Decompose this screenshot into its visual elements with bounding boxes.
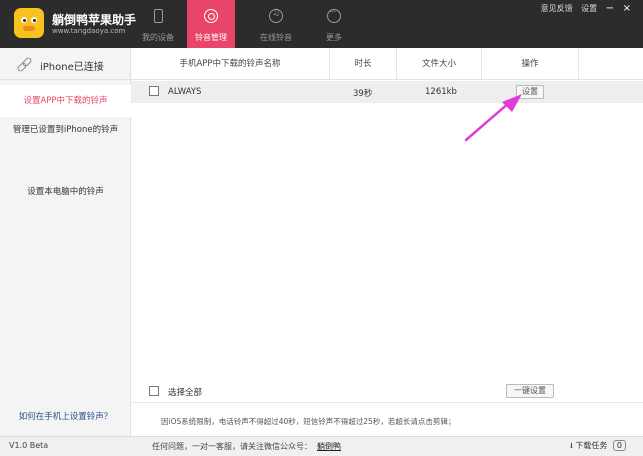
music-icon <box>269 8 283 23</box>
phone-icon <box>154 9 163 23</box>
ringtone-name: ALWAYS <box>168 87 202 97</box>
sidebar-item-pc-ringtones[interactable]: 设置本电脑中的铃声 <box>0 185 131 197</box>
ringtone-duration: 39秒 <box>353 89 373 99</box>
sidebar: iPhone已连接 设置APP中下载的铃声 管理已设置到iPhone的铃声 设置… <box>0 48 131 436</box>
duck-logo-icon <box>14 8 44 38</box>
ringtone-size: 1261kb <box>425 87 457 97</box>
column-divider <box>578 48 579 80</box>
row-checkbox[interactable] <box>149 86 159 96</box>
connection-label: iPhone已连接 <box>40 62 104 73</box>
limit-notice: 因iOS系统限制，电话铃声不得超过40秒，短信铃声不得超过25秒，若超长请点击剪… <box>161 417 456 426</box>
app-header: 躺倒鸭苹果助手 www.tangdaoya.com 我的设备 铃音管理 在线铃音… <box>0 0 643 48</box>
header-duration: 时长 <box>354 59 372 69</box>
header-action: 操作 <box>521 59 539 69</box>
download-label: 下载任务 <box>575 441 608 450</box>
tab-label: 铃音管理 <box>195 33 227 42</box>
connection-status: iPhone已连接 <box>0 48 131 80</box>
select-all-label[interactable]: 选择全部 <box>168 386 202 398</box>
version-label: V1.0 Beta <box>9 441 49 450</box>
ringtone-icon <box>204 9 218 23</box>
table-footer: 选择全部 一键设置 因iOS系统限制，电话铃声不得超过40秒，短信铃声不得超过2… <box>131 384 643 436</box>
help-link[interactable]: 如何在手机上设置铃声？ <box>0 410 131 422</box>
table-row[interactable]: ALWAYS 39秒 1261kb 设置 <box>131 81 643 103</box>
sidebar-item-app-ringtones[interactable]: 设置APP中下载的铃声 <box>0 85 131 117</box>
wechat-link[interactable]: 躺倒鸭 <box>317 441 341 452</box>
tab-my-device[interactable]: 我的设备 <box>134 0 182 48</box>
tab-label: 我的设备 <box>142 33 174 42</box>
download-icon: ⭳ <box>570 441 573 450</box>
tab-label: 更多 <box>326 33 342 42</box>
table-header: 手机APP中下载的铃声名称 时长 文件大小 操作 <box>131 48 643 80</box>
status-bar: V1.0 Beta 任何问题，一对一客服，请关注微信公众号： 躺倒鸭 ⭳ 下载任… <box>0 436 643 456</box>
one-click-set-button[interactable]: 一键设置 <box>506 384 554 398</box>
header-size: 文件大小 <box>421 59 456 69</box>
tab-label: 在线铃音 <box>260 33 292 42</box>
feedback-link[interactable]: 意见反馈 <box>541 4 573 13</box>
sidebar-item-manage-iphone-ringtones[interactable]: 管理已设置到iPhone的铃声 <box>0 123 131 135</box>
minimize-button[interactable]: − <box>606 3 614 14</box>
select-all-checkbox[interactable] <box>149 386 159 396</box>
settings-link[interactable]: 设置 <box>581 4 597 13</box>
support-message: 任何问题，一对一客服，请关注微信公众号： <box>152 442 312 451</box>
download-count-badge: 0 <box>612 440 626 451</box>
close-button[interactable]: × <box>623 3 631 14</box>
app-url: www.tangdaoya.com <box>52 27 126 35</box>
app-name: 躺倒鸭苹果助手 <box>52 13 137 27</box>
annotation-arrow-icon <box>464 94 522 142</box>
header-name: 手机APP中下载的铃声名称 <box>179 59 281 69</box>
more-icon <box>327 7 341 23</box>
tab-online-ringtones[interactable]: 在线铃音 <box>252 0 300 48</box>
tab-ringtone-manage[interactable]: 铃音管理 <box>187 0 235 48</box>
tab-more[interactable]: 更多 <box>310 0 358 48</box>
link-icon <box>17 57 31 71</box>
ringtone-table-panel: 手机APP中下载的铃声名称 时长 文件大小 操作 ALWAYS 39秒 1261… <box>131 48 643 436</box>
download-tasks-button[interactable]: ⭳ 下载任务 0 <box>570 440 626 454</box>
top-links: 意见反馈 设置 − × <box>535 3 631 14</box>
